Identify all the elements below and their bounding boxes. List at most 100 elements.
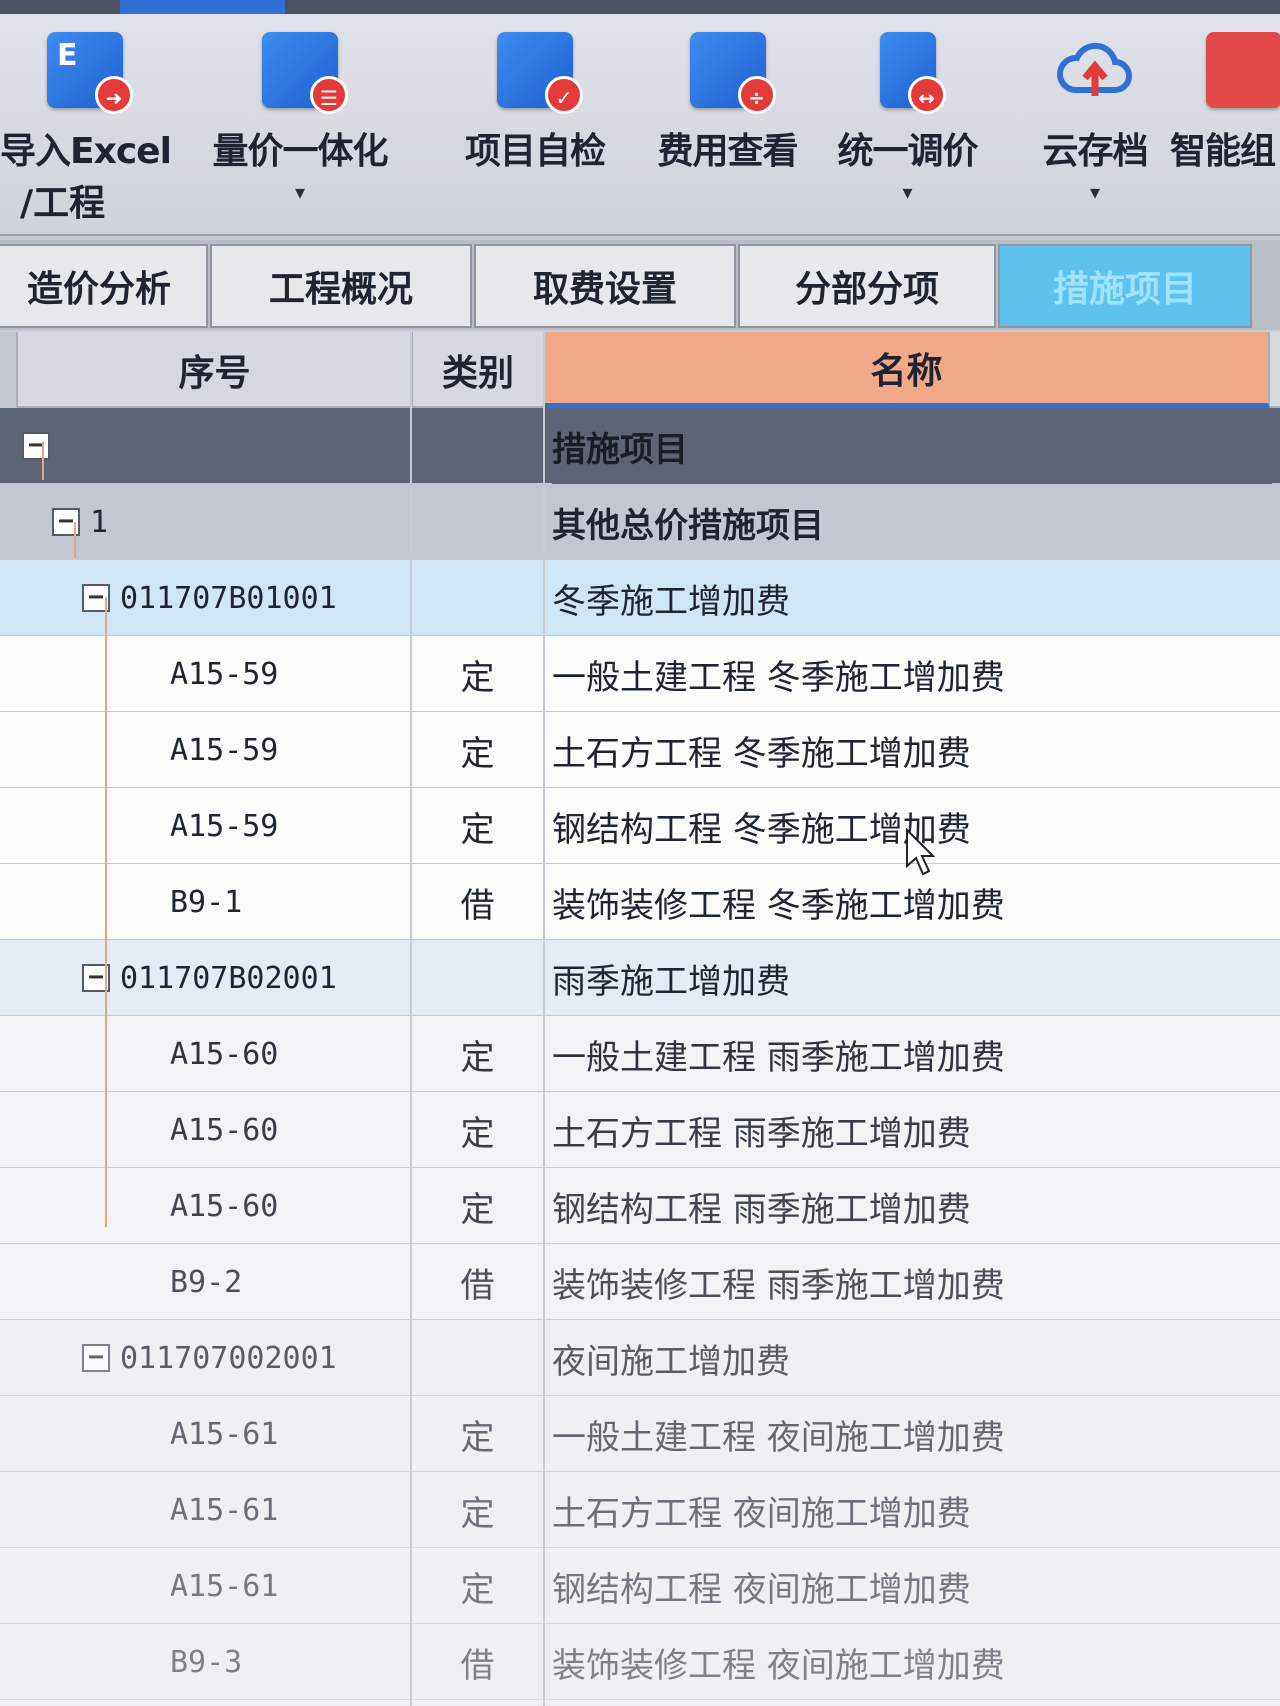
table-row[interactable]: A15-60 定一般土建工程 雨季施工增加费 bbox=[0, 1016, 1280, 1092]
cell-seq[interactable]: A15-60 bbox=[170, 1092, 410, 1168]
menu-active-tab[interactable] bbox=[120, 0, 285, 14]
cell-name[interactable]: 土石方工程 夜间施工增加费 bbox=[552, 1472, 1272, 1548]
cell-seq[interactable]: A15-59 bbox=[170, 788, 410, 864]
cell-seq[interactable]: A15-60 bbox=[170, 1016, 410, 1092]
cell-category[interactable]: 定 bbox=[412, 712, 543, 788]
cell-category[interactable]: 借 bbox=[412, 864, 543, 940]
cell-name[interactable]: 一般土建工程 夜间施工增加费 bbox=[552, 1396, 1272, 1472]
table-row[interactable]: B9-1 借装饰装修工程 冬季施工增加费 bbox=[0, 864, 1280, 940]
cell-name[interactable]: 其他总价措施项目 bbox=[552, 484, 1272, 560]
cell-category[interactable]: 定 bbox=[412, 1168, 543, 1244]
cell-seq[interactable]: A15-61 bbox=[170, 1472, 410, 1548]
table-row[interactable]: A15-61 定一般土建工程 夜间施工增加费 bbox=[0, 1396, 1280, 1472]
table-row[interactable]: A15-61 定土石方工程 夜间施工增加费 bbox=[0, 1472, 1280, 1548]
excel-import-icon: E ➜ bbox=[47, 32, 133, 114]
collapse-toggle-icon[interactable]: − bbox=[22, 432, 50, 460]
chevron-down-icon[interactable]: ▾ bbox=[1030, 180, 1160, 204]
cell-category[interactable] bbox=[412, 408, 543, 484]
cell-seq[interactable]: B9-2 bbox=[170, 1244, 410, 1320]
column-header-name[interactable]: 名称 bbox=[545, 332, 1270, 408]
table-row[interactable]: B9-3 借装饰装修工程 夜间施工增加费 bbox=[0, 1624, 1280, 1700]
tab-project-overview[interactable]: 工程概况 bbox=[210, 244, 472, 328]
cell-name[interactable]: 一般土建工程 冬季施工增加费 bbox=[552, 636, 1272, 712]
table-row[interactable]: −011707B02001 雨季施工增加费 bbox=[0, 940, 1280, 1016]
import-excel-button[interactable]: E ➜ 导入Excel /工程 bbox=[0, 32, 172, 232]
cell-seq[interactable]: A15-59 bbox=[170, 712, 410, 788]
cell-seq[interactable]: − bbox=[22, 408, 410, 484]
cloud-upload-icon bbox=[1057, 32, 1133, 108]
cell-category[interactable]: 定 bbox=[412, 1396, 543, 1472]
cell-category[interactable]: 定 bbox=[412, 1472, 543, 1548]
cell-seq[interactable]: B9-1 bbox=[170, 864, 410, 940]
table-row[interactable]: − 措施项目 bbox=[0, 408, 1280, 484]
table-row[interactable]: B9-2 借装饰装修工程 雨季施工增加费 bbox=[0, 1244, 1280, 1320]
chevron-down-icon[interactable]: ▾ bbox=[825, 180, 990, 204]
seq-text: 011707B02001 bbox=[120, 960, 337, 996]
cell-category[interactable]: 定 bbox=[412, 1016, 543, 1092]
cell-category[interactable] bbox=[412, 1320, 543, 1396]
table-row[interactable]: A15-59 定一般土建工程 冬季施工增加费 bbox=[0, 636, 1280, 712]
cell-seq[interactable]: −011707B02001 bbox=[82, 940, 410, 1016]
collapse-toggle-icon[interactable]: − bbox=[82, 1344, 110, 1372]
tool-label: 导入Excel bbox=[0, 131, 172, 172]
cell-name[interactable]: 一般土建工程 雨季施工增加费 bbox=[552, 1016, 1272, 1092]
smart-group-button[interactable]: 智能组 bbox=[1170, 32, 1280, 232]
seq-text: A15-60 bbox=[170, 1036, 279, 1072]
cell-name[interactable]: 土石方工程 雨季施工增加费 bbox=[552, 1092, 1272, 1168]
cell-name[interactable]: 钢结构工程 夜间施工增加费 bbox=[552, 1548, 1272, 1624]
tab-fee-settings[interactable]: 取费设置 bbox=[474, 244, 736, 328]
chevron-down-icon[interactable]: ▾ bbox=[200, 180, 400, 204]
tool-label: 云存档 bbox=[1042, 131, 1148, 172]
cell-name[interactable]: 土石方工程 冬季施工增加费 bbox=[552, 712, 1272, 788]
cell-seq[interactable]: −011707B01001 bbox=[82, 560, 410, 636]
cell-name[interactable]: 措施项目 bbox=[552, 408, 1272, 484]
seq-text: A15-61 bbox=[170, 1492, 279, 1528]
cell-seq[interactable]: A15-60 bbox=[170, 1168, 410, 1244]
column-header-category[interactable]: 类别 bbox=[413, 332, 545, 408]
table-row[interactable]: A15-59 定土石方工程 冬季施工增加费 bbox=[0, 712, 1280, 788]
cell-category[interactable] bbox=[412, 484, 543, 560]
cell-category[interactable]: 定 bbox=[412, 1092, 543, 1168]
tree-connector bbox=[105, 597, 107, 1227]
table-row[interactable]: A15-60 定钢结构工程 雨季施工增加费 bbox=[0, 1168, 1280, 1244]
table-row[interactable]: A15-60 定土石方工程 雨季施工增加费 bbox=[0, 1092, 1280, 1168]
cell-seq[interactable]: A15-61 bbox=[170, 1548, 410, 1624]
cell-seq[interactable]: −011707002001 bbox=[82, 1320, 410, 1396]
table-row[interactable]: −011707B01001 冬季施工增加费 bbox=[0, 560, 1280, 636]
tab-cost-analysis[interactable]: 造价分析 bbox=[0, 244, 208, 328]
seq-text: B9-3 bbox=[170, 1644, 243, 1680]
table-row[interactable]: −1 其他总价措施项目 bbox=[0, 484, 1280, 560]
cell-category[interactable]: 定 bbox=[412, 636, 543, 712]
cell-category[interactable] bbox=[412, 560, 543, 636]
cell-seq[interactable]: A15-59 bbox=[170, 636, 410, 712]
fee-view-button[interactable]: ÷ 费用查看 bbox=[645, 32, 810, 232]
seq-text: A15-61 bbox=[170, 1568, 279, 1604]
cell-name[interactable]: 夜间施工增加费 bbox=[552, 1320, 1272, 1396]
cell-name[interactable]: 冬季施工增加费 bbox=[552, 560, 1272, 636]
cell-category[interactable]: 借 bbox=[412, 1244, 543, 1320]
cell-name[interactable]: 装饰装修工程 夜间施工增加费 bbox=[552, 1624, 1272, 1700]
unified-price-button[interactable]: ↔ 统一调价 ▾ bbox=[825, 32, 990, 232]
tab-measure-items[interactable]: 措施项目 bbox=[998, 244, 1252, 328]
cell-name[interactable]: 装饰装修工程 雨季施工增加费 bbox=[552, 1244, 1272, 1320]
seq-text: A15-59 bbox=[170, 808, 279, 844]
seq-text: A15-59 bbox=[170, 732, 279, 768]
cell-category[interactable]: 定 bbox=[412, 1548, 543, 1624]
table-row[interactable]: A15-61 定钢结构工程 夜间施工增加费 bbox=[0, 1548, 1280, 1624]
cell-category[interactable]: 借 bbox=[412, 1624, 543, 1700]
table-row[interactable]: A15-59 定钢结构工程 冬季施工增加费 bbox=[0, 788, 1280, 864]
cell-name[interactable]: 钢结构工程 雨季施工增加费 bbox=[552, 1168, 1272, 1244]
cell-seq[interactable]: A15-61 bbox=[170, 1396, 410, 1472]
cell-category[interactable] bbox=[412, 940, 543, 1016]
cell-seq[interactable]: −1 bbox=[52, 484, 410, 560]
column-header-seq[interactable]: 序号 bbox=[18, 332, 413, 408]
seq-text: A15-60 bbox=[170, 1112, 279, 1148]
cell-name[interactable]: 雨季施工增加费 bbox=[552, 940, 1272, 1016]
cloud-archive-button[interactable]: 云存档 ▾ bbox=[1030, 32, 1160, 232]
cell-seq[interactable]: B9-3 bbox=[170, 1624, 410, 1700]
quantity-price-button[interactable]: ☰ 量价一体化 ▾ bbox=[200, 32, 400, 232]
tab-sub-items[interactable]: 分部分项 bbox=[738, 244, 996, 328]
cell-category[interactable]: 定 bbox=[412, 788, 543, 864]
table-row[interactable]: −011707002001 夜间施工增加费 bbox=[0, 1320, 1280, 1396]
self-check-button[interactable]: ✓ 项目自检 bbox=[455, 32, 615, 232]
